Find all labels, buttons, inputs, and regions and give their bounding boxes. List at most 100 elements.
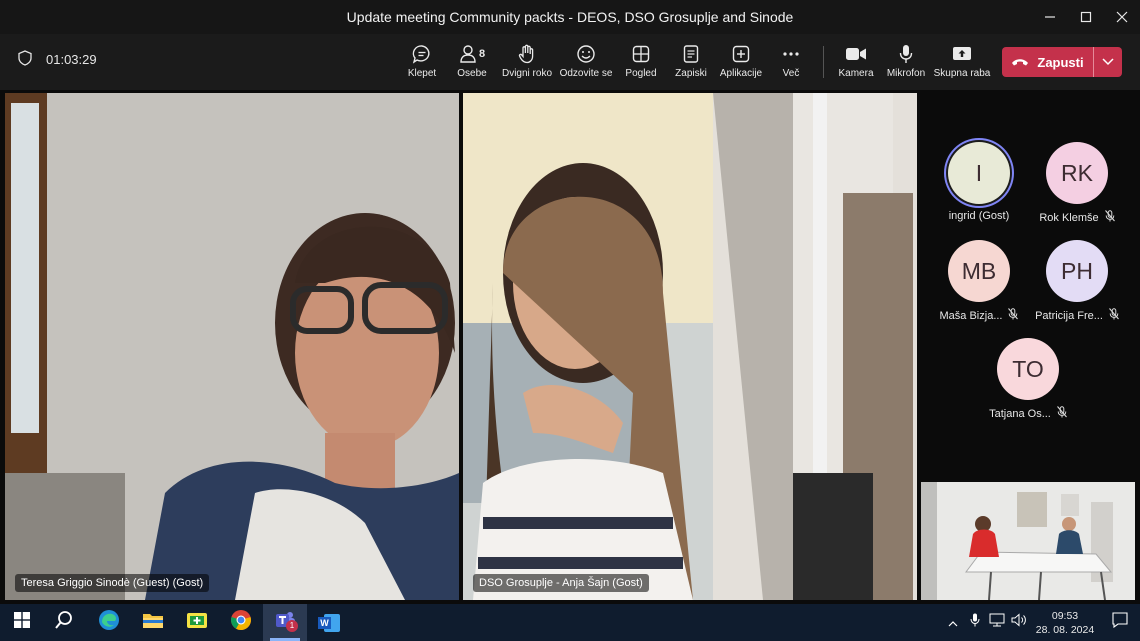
hang-up-icon	[1011, 55, 1029, 70]
volume-button[interactable]	[1008, 613, 1030, 632]
system-tray: 09:53 28. 08. 2024	[942, 604, 1140, 641]
participant-video-left	[5, 93, 459, 600]
share-screen-icon	[952, 42, 972, 66]
minimize-button[interactable]	[1032, 0, 1068, 34]
folder-icon	[142, 611, 164, 634]
chevron-up-icon	[948, 614, 958, 632]
green-app-icon	[186, 611, 208, 634]
camera-icon	[845, 42, 867, 66]
avatar: I	[948, 142, 1010, 204]
microphone-tray-icon	[970, 613, 980, 632]
roster-participant[interactable]: I ingrid (Gost)	[931, 142, 1027, 222]
smiley-icon	[576, 42, 596, 66]
video-tile-right[interactable]: DSO Grosuplje - Anja Šajn (Gost)	[463, 93, 917, 600]
meeting-duration: 01:03:29	[46, 52, 97, 67]
speaker-icon	[1011, 613, 1027, 632]
chat-icon	[412, 42, 432, 66]
maximize-button[interactable]	[1068, 0, 1104, 34]
network-icon	[989, 613, 1005, 632]
windows-taskbar: 1 W 09:53 28. 08. 2024	[0, 604, 1140, 641]
avatar: MB	[948, 240, 1010, 302]
react-button[interactable]: Odzovite se	[558, 42, 614, 84]
avatar: TO	[997, 338, 1059, 400]
window-controls	[1032, 0, 1140, 34]
taskbar-chrome[interactable]	[219, 604, 263, 641]
network-button[interactable]	[986, 613, 1008, 632]
participant-name-left: Teresa Griggio Sinodè (Guest) (Gost)	[15, 574, 210, 592]
close-window-button[interactable]	[1104, 0, 1140, 34]
leave-options-button[interactable]	[1094, 53, 1122, 71]
hand-icon	[517, 42, 537, 66]
chevron-down-icon	[1102, 53, 1114, 71]
taskbar-clock[interactable]: 09:53 28. 08. 2024	[1030, 609, 1100, 637]
shield-icon	[18, 50, 32, 69]
avatar: RK	[1046, 142, 1108, 204]
meeting-toolbar: 01:03:29 Klepet 8 Osebe Dvigni roko Odzo…	[0, 34, 1140, 90]
microphone-button[interactable]: Mikrofon	[878, 42, 934, 84]
view-button[interactable]: Pogled	[613, 42, 669, 84]
apps-button[interactable]: Aplikacije	[713, 42, 769, 84]
leave-label: Zapusti	[1037, 54, 1084, 70]
mic-muted-icon	[1109, 308, 1119, 323]
taskbar-teams[interactable]: 1	[263, 604, 307, 641]
self-view-video[interactable]	[921, 482, 1135, 600]
share-button[interactable]: Skupna raba	[934, 42, 990, 84]
roster-name: Maša Bizja...	[939, 309, 1003, 322]
window-title: Update meeting Community packts - DEOS, …	[346, 9, 794, 25]
roster-participant[interactable]: PH Patricija Fre...	[1029, 240, 1125, 323]
windows-logo-icon	[14, 612, 30, 633]
teams-icon: 1	[274, 610, 298, 635]
camera-button[interactable]: Kamera	[828, 42, 884, 84]
notes-button[interactable]: Zapiski	[663, 42, 719, 84]
roster-participant[interactable]: MB Maša Bizja...	[931, 240, 1027, 323]
roster-name: Tatjana Os...	[989, 407, 1051, 420]
participant-roster: I ingrid (Gost) RK Rok Klemše MB Maša Bi…	[920, 92, 1140, 478]
start-button[interactable]	[0, 604, 44, 641]
roster-participant[interactable]: TO Tatjana Os...	[980, 338, 1076, 421]
notes-icon	[683, 42, 699, 66]
taskbar-word[interactable]: W	[307, 604, 351, 641]
microphone-tray-button[interactable]	[964, 613, 986, 632]
notification-badge: 1	[286, 620, 298, 632]
roster-name: Patricija Fre...	[1035, 309, 1103, 322]
add-app-icon	[732, 42, 750, 66]
people-icon: 8	[459, 42, 485, 66]
leave-button[interactable]: Zapusti	[1002, 55, 1093, 70]
meeting-timer: 01:03:29	[18, 50, 97, 69]
avatar: PH	[1046, 240, 1108, 302]
search-icon	[54, 610, 74, 635]
roster-participant[interactable]: RK Rok Klemše	[1029, 142, 1125, 225]
title-bar: Update meeting Community packts - DEOS, …	[0, 0, 1140, 34]
roster-name: Rok Klemše	[1039, 211, 1099, 224]
self-view-image	[921, 482, 1135, 600]
word-icon: W	[318, 613, 340, 633]
notifications-button[interactable]	[1100, 612, 1140, 633]
show-hidden-icons-button[interactable]	[942, 614, 964, 632]
people-button[interactable]: 8 Osebe	[444, 42, 500, 84]
taskbar-edge[interactable]	[87, 604, 131, 641]
leave-call-control: Zapusti	[1002, 47, 1122, 77]
grid-view-icon	[632, 42, 650, 66]
search-button[interactable]	[42, 604, 86, 641]
teams-meeting-window: Update meeting Community packts - DEOS, …	[0, 0, 1140, 641]
video-tile-left[interactable]: Teresa Griggio Sinodè (Guest) (Gost)	[5, 93, 459, 600]
clock-date: 28. 08. 2024	[1035, 623, 1095, 636]
chrome-browser-icon	[230, 609, 252, 636]
edge-browser-icon	[98, 609, 120, 636]
taskbar-app-green[interactable]	[175, 604, 219, 641]
mic-muted-icon	[1056, 406, 1067, 421]
clock-time: 09:53	[1051, 609, 1079, 622]
taskbar-file-explorer[interactable]	[131, 604, 175, 641]
more-dots-icon	[782, 42, 800, 66]
mic-muted-icon	[1104, 210, 1115, 225]
more-button[interactable]: Več	[763, 42, 819, 84]
notification-center-icon	[1112, 612, 1128, 633]
chat-button[interactable]: Klepet	[394, 42, 450, 84]
participant-name-right: DSO Grosuplje - Anja Šajn (Gost)	[473, 574, 649, 592]
microphone-icon	[898, 42, 914, 66]
roster-name: ingrid (Gost)	[948, 210, 1010, 222]
toolbar-divider	[823, 46, 824, 78]
participant-video-right	[463, 93, 917, 600]
raise-hand-button[interactable]: Dvigni roko	[499, 42, 555, 84]
people-count: 8	[478, 48, 486, 60]
